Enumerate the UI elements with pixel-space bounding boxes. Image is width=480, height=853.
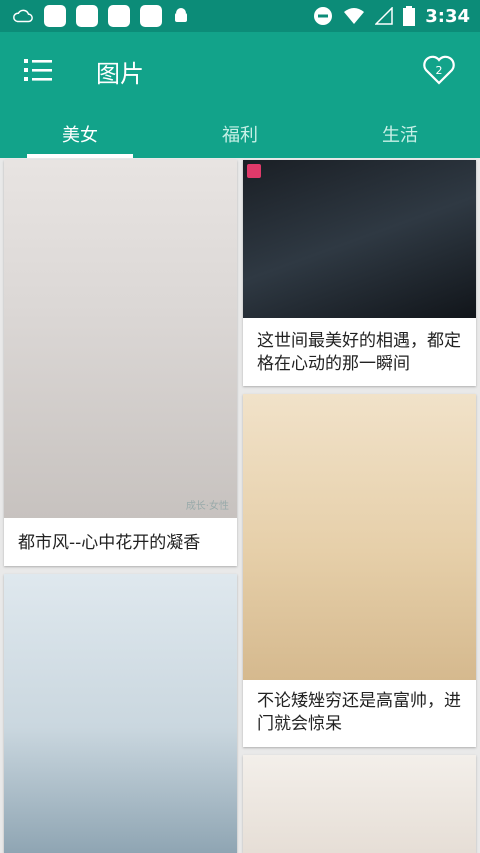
tab-bar: 美女 福利 生活 xyxy=(0,110,480,158)
photo-caption: 都市风--心中花开的凝香 xyxy=(18,533,201,553)
photo-card[interactable] xyxy=(243,755,476,853)
photo-card[interactable]: 不论矮矬穷还是高富帅，进门就会惊呆 xyxy=(243,394,476,747)
photo-caption: 不论矮矬穷还是高富帅，进门就会惊呆 xyxy=(257,691,461,734)
tab-beauty[interactable]: 美女 xyxy=(0,110,160,158)
tab-label: 美女 xyxy=(62,125,98,146)
page-title: 图片 xyxy=(96,60,144,88)
battery-icon xyxy=(403,6,416,26)
map-icon xyxy=(108,5,130,27)
app-bar: 图片 2 xyxy=(0,32,480,110)
app-icon xyxy=(44,5,66,27)
do-not-disturb-icon xyxy=(314,7,333,25)
photo-card[interactable]: 这世间最美好的相遇，都定格在心动的那一瞬间 xyxy=(243,160,476,386)
tab-label: 福利 xyxy=(222,125,258,146)
photo-image xyxy=(243,394,476,680)
android-icon xyxy=(175,8,187,22)
photo-image xyxy=(4,574,237,853)
app-icon xyxy=(76,5,98,27)
tab-label: 生活 xyxy=(382,125,418,146)
photo-card[interactable] xyxy=(4,574,237,853)
tab-life[interactable]: 生活 xyxy=(320,110,480,158)
photo-caption: 这世间最美好的相遇，都定格在心动的那一瞬间 xyxy=(257,331,461,374)
photo-image xyxy=(243,160,476,318)
status-bar: 3:34 xyxy=(0,0,480,32)
app-badge-icon xyxy=(247,164,261,178)
tab-indicator xyxy=(27,154,133,158)
photo-image: 成长·女性 xyxy=(4,160,237,518)
signal-icon xyxy=(375,7,393,25)
favorites-count: 2 xyxy=(436,64,443,77)
s-app-icon xyxy=(140,5,162,27)
photo-card[interactable]: 成长·女性 都市风--心中花开的凝香 xyxy=(4,160,237,566)
wifi-icon xyxy=(344,8,365,24)
watermark: 成长·女性 xyxy=(185,501,229,512)
cloud-icon xyxy=(13,9,33,23)
status-time: 3:34 xyxy=(425,5,470,27)
photo-image xyxy=(243,755,476,853)
heart-icon: 2 xyxy=(423,55,455,85)
menu-icon[interactable] xyxy=(24,57,52,83)
tab-welfare[interactable]: 福利 xyxy=(160,110,320,158)
favorites-button[interactable]: 2 xyxy=(422,54,456,86)
